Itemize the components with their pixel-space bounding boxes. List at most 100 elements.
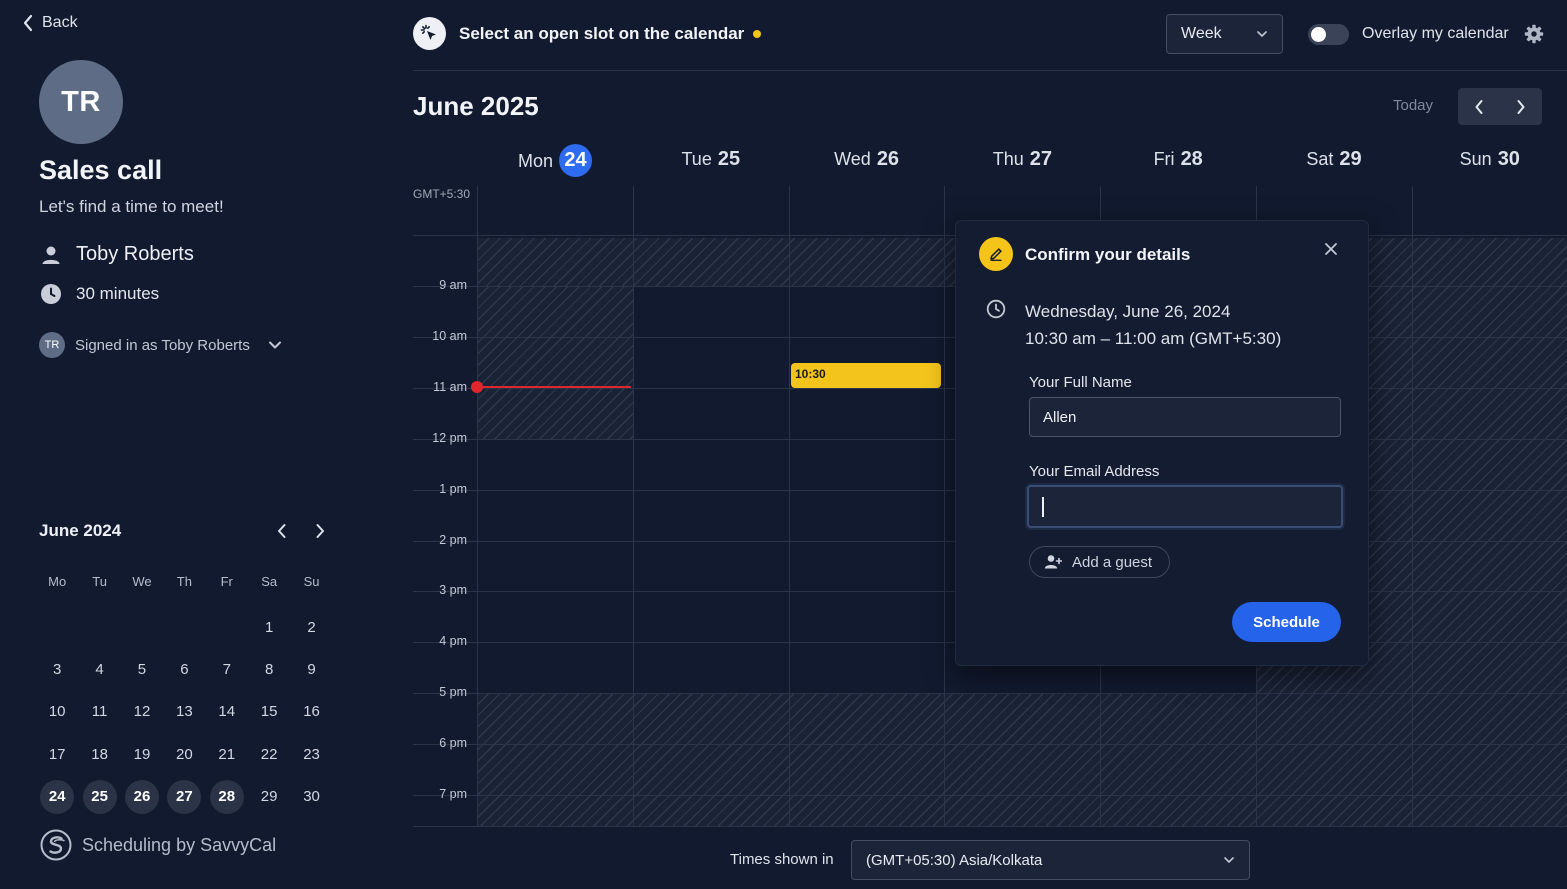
add-guest-label: Add a guest: [1072, 553, 1153, 571]
overlay-toggle[interactable]: [1308, 24, 1349, 45]
user-avatar: TR: [39, 332, 65, 358]
current-time-dot: [471, 381, 483, 393]
mini-day-4: 4: [78, 648, 120, 690]
weekday-label: Sa: [261, 574, 278, 589]
branding[interactable]: Scheduling by SavvyCal: [40, 829, 276, 861]
close-button[interactable]: [1324, 242, 1338, 256]
mini-day-19: 19: [121, 733, 163, 775]
mini-day-8: 8: [248, 648, 290, 690]
mini-day-15: 15: [248, 691, 290, 733]
mini-next-month-button[interactable]: [314, 523, 326, 539]
today-date-badge: 24: [559, 144, 592, 177]
day-name: Thu: [992, 149, 1024, 169]
mini-day-number: 2: [307, 618, 316, 636]
chevron-down-icon: [1224, 857, 1234, 864]
host-row: Toby Roberts: [40, 243, 194, 266]
hour-label: 2 pm: [439, 532, 467, 547]
mini-calendar-title: June 2024: [39, 521, 122, 540]
chevron-left-icon: [23, 14, 33, 32]
next-week-button[interactable]: [1500, 88, 1542, 125]
day-name: Fri: [1153, 149, 1175, 169]
mini-day-number: 23: [303, 745, 320, 763]
day-number: 29: [1339, 148, 1362, 170]
cursor-click-icon: [413, 17, 446, 50]
day-name: Mon: [517, 151, 553, 172]
mini-day-28[interactable]: 28: [206, 776, 248, 818]
hour-gridline: [413, 795, 1567, 796]
mini-day-number: [83, 610, 117, 644]
back-link[interactable]: Back: [22, 14, 78, 32]
timezone-select-value: (GMT+05:30) Asia/Kolkata: [866, 851, 1043, 869]
mini-day-21: 21: [206, 733, 248, 775]
mini-day-3: 3: [36, 648, 78, 690]
host-avatar: TR: [39, 60, 123, 144]
mini-day-number: 26: [124, 779, 159, 814]
times-shown-label: Times shown in: [730, 851, 834, 868]
mini-day-27[interactable]: 27: [163, 776, 205, 818]
mini-day-25[interactable]: 25: [78, 776, 120, 818]
chevron-down-icon: [268, 341, 281, 349]
overlay-label: Overlay my calendar: [1362, 25, 1509, 42]
mini-day-22: 22: [248, 733, 290, 775]
mini-day-18: 18: [78, 733, 120, 775]
mini-day-number: 25: [82, 779, 117, 814]
add-guest-button[interactable]: Add a guest: [1029, 546, 1171, 578]
event-title: Sales call: [39, 155, 163, 185]
email-input[interactable]: [1027, 485, 1343, 528]
day-name: Sun: [1459, 149, 1492, 169]
pencil-icon: [979, 237, 1013, 271]
day-name: Sat: [1306, 149, 1334, 169]
email-label: Your Email Address: [1029, 463, 1160, 480]
mini-day-number: 21: [218, 745, 236, 763]
prev-week-button[interactable]: [1458, 88, 1500, 125]
day-number: 26: [876, 148, 900, 170]
full-name-input[interactable]: Allen: [1029, 397, 1341, 437]
mini-day-number: 15: [260, 703, 278, 721]
mini-day-number: [125, 610, 159, 644]
chevron-right-icon: [316, 524, 324, 538]
signed-in-menu[interactable]: TR Signed in as Toby Roberts: [39, 332, 282, 358]
view-select[interactable]: Week: [1166, 14, 1283, 54]
mini-day-number: 28: [209, 779, 244, 814]
mini-day-empty: [121, 606, 163, 648]
day-number: 28: [1180, 148, 1203, 170]
mini-prev-month-button[interactable]: [276, 523, 288, 539]
day-header-tue: Tue 25: [633, 148, 789, 171]
weekday-label: Th: [176, 574, 192, 589]
mini-day-7: 7: [206, 648, 248, 690]
day-gridline: [944, 186, 946, 827]
mini-day-number: [40, 610, 74, 644]
timezone-select[interactable]: (GMT+05:30) Asia/Kolkata: [851, 840, 1250, 880]
mini-day-number: [210, 610, 244, 644]
view-select-value: Week: [1181, 25, 1222, 42]
popover-title: Confirm your details: [1025, 245, 1191, 264]
unavailable-block: [477, 286, 633, 439]
mini-day-number: 1: [264, 618, 274, 636]
mini-day-23: 23: [290, 733, 332, 775]
weekday-label: We: [132, 574, 152, 589]
mini-day-number: 8: [264, 661, 274, 679]
selected-slot-event[interactable]: 10:30: [791, 363, 941, 388]
mini-day-26[interactable]: 26: [121, 776, 163, 818]
chevron-left-icon: [1475, 99, 1483, 114]
mini-day-number: 14: [218, 703, 236, 721]
settings-button[interactable]: [1524, 24, 1544, 44]
chevron-right-icon: [1517, 99, 1525, 114]
today-button[interactable]: Today: [1393, 97, 1433, 114]
mini-day-12: 12: [121, 691, 163, 733]
mini-day-10: 10: [36, 691, 78, 733]
selected-date: Wednesday, June 26, 2024: [1025, 302, 1231, 321]
mini-calendar-nav: [276, 523, 332, 539]
day-number: 27: [1029, 148, 1053, 170]
hour-label: 4 pm: [439, 634, 467, 649]
clock-icon: [41, 284, 61, 304]
mini-day-24[interactable]: 24: [36, 776, 78, 818]
signed-in-label: Signed in as Toby Roberts: [75, 336, 250, 354]
mini-day-number: 16: [303, 703, 320, 721]
schedule-button[interactable]: Schedule: [1232, 602, 1341, 642]
day-gridline: [632, 186, 634, 827]
mini-day-number: 10: [48, 703, 66, 721]
status-dot: [753, 30, 761, 38]
mini-day-number: 7: [222, 661, 231, 679]
mini-day-empty: [206, 606, 248, 648]
